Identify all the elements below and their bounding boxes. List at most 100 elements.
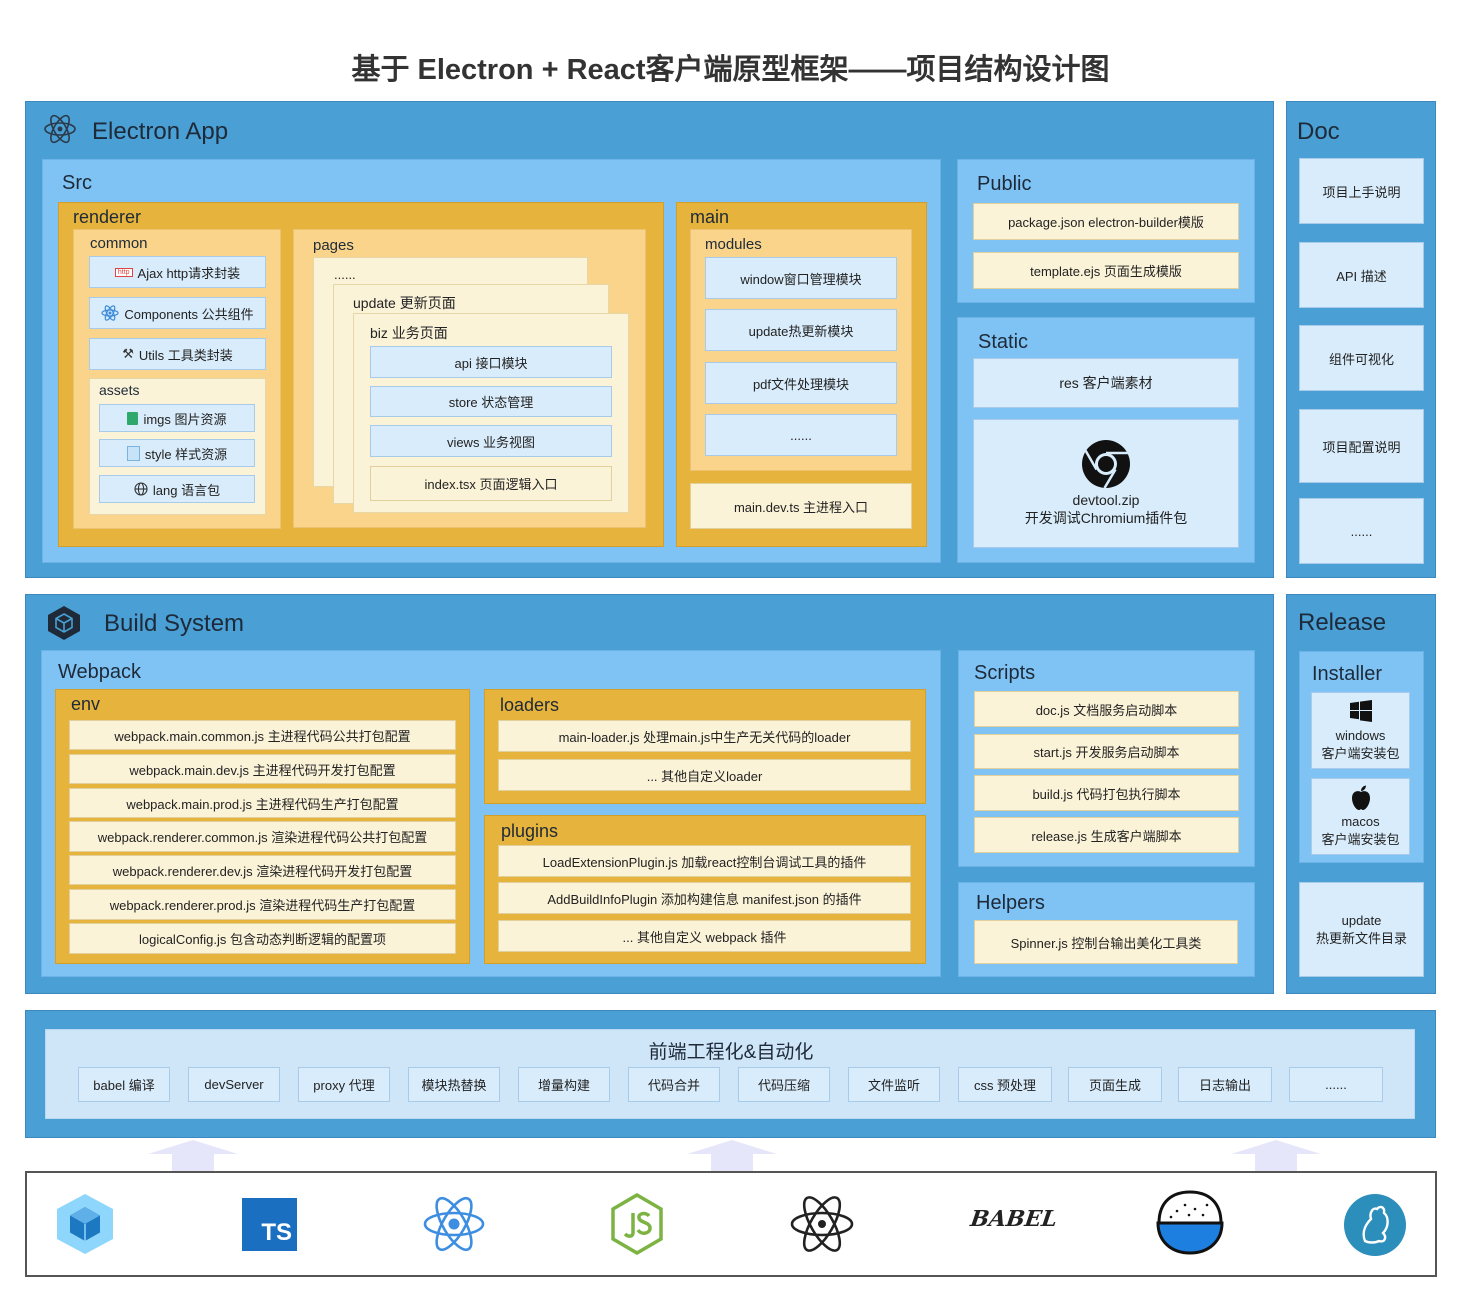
windows-icon [1349,699,1372,722]
env-title: env [71,694,101,714]
style-label: style 样式资源 [144,446,228,462]
loader-item: ... 其他自定义loader [498,759,911,791]
env-config-item: webpack.main.dev.js 主进程代码开发打包配置 [69,754,456,784]
template-ejs-item: template.ejs 页面生成模版 [973,252,1239,289]
doc-item: 项目配置说明 [1299,409,1424,483]
installer-title: Installer [1312,663,1383,685]
helper-item: Spinner.js 控制台输出美化工具类 [974,920,1238,964]
api-module-item: api 接口模块 [370,346,612,378]
macos-name: macos [1341,814,1380,829]
up-arrow-icon [148,1140,238,1172]
lang-item: lang 语言包 [99,475,255,503]
build-system-title: Build System [104,610,245,637]
babel-logo-icon: BABEL [968,1206,1059,1232]
window-module-item: window窗口管理模块 [705,257,897,299]
env-config-item: webpack.renderer.prod.js 渲染进程代码生产打包配置 [69,889,456,920]
script-item: release.js 生成客户端脚本 [974,817,1239,853]
tools-icon: ⚒ [122,346,134,361]
main-title: main [690,207,730,227]
windows-desc: 客户端安装包 [1321,745,1400,761]
biz-page-label: biz 业务页面 [370,325,448,341]
doc-item: 项目上手说明 [1299,158,1424,224]
react-logo-icon [423,1196,485,1252]
electron-icon [44,114,76,144]
update-page-label: update 更新页面 [353,295,456,311]
up-arrow-icon [687,1140,777,1172]
automation-title: 前端工程化&自动化 [648,1042,814,1063]
ajax-label: Ajax http请求封装 [137,265,241,281]
automation-item: 文件监听 [848,1067,940,1102]
windows-name: windows [1335,727,1386,743]
ajax-item: http Ajax http请求封装 [89,256,266,288]
image-file-icon [127,411,139,425]
webpack-logo-icon [57,1194,113,1254]
pages-title: pages [313,237,354,254]
public-title: Public [977,173,1032,195]
windows-installer-item: windows 客户端安装包 [1311,692,1410,769]
devtool-name: devtool.zip [1072,492,1140,508]
automation-item: 代码压缩 [738,1067,830,1102]
static-title: Static [978,331,1029,353]
env-config-item: webpack.renderer.dev.js 渲染进程代码开发打包配置 [69,855,456,885]
assets-title: assets [99,382,140,398]
update-dir-item: update 热更新文件目录 [1299,882,1424,977]
loader-item: main-loader.js 处理main.js中生产无关代码的loader [498,720,911,752]
modules-title: modules [705,236,762,253]
doc-item: ...... [1299,498,1424,564]
rice-bowl-logo-icon [1156,1190,1224,1255]
package-json-item: package.json electron-builder模版 [973,203,1239,240]
webpack-title: Webpack [58,661,142,683]
update-module-item: update热更新模块 [705,309,897,351]
env-config-item: webpack.renderer.common.js 渲染进程代码公共打包配置 [69,821,456,852]
apple-icon [1351,785,1370,810]
store-item: store 状态管理 [370,386,612,417]
env-config-item: logicalConfig.js 包含动态判断逻辑的配置项 [69,923,456,954]
script-item: build.js 代码打包执行脚本 [974,775,1239,811]
automation-item: ...... [1289,1067,1383,1102]
automation-item: 日志输出 [1178,1067,1272,1102]
chrome-icon [1082,440,1130,489]
automation-item: 模块热替换 [408,1067,500,1102]
script-item: start.js 开发服务启动脚本 [974,734,1239,769]
page-title: 基于 Electron + React客户端原型框架——项目结构设计图 [351,54,1110,86]
script-item: doc.js 文档服务启动脚本 [974,691,1239,727]
typescript-logo-icon: TS [242,1198,297,1251]
loaders-title: loaders [500,695,560,715]
utils-item: ⚒ Utils 工具类封装 [89,338,266,370]
views-item: views 业务视图 [370,425,612,457]
main-entry-item: main.dev.ts 主进程入口 [690,483,912,529]
automation-item: devServer [188,1067,280,1102]
automation-item: babel 编译 [78,1067,170,1102]
index-entry-item: index.tsx 页面逻辑入口 [370,466,612,501]
electron-app-title: Electron App [92,118,229,145]
blue-circle-logo-icon [1344,1194,1406,1256]
update-dir-desc: 热更新文件目录 [1315,930,1407,946]
imgs-item: imgs 图片资源 [99,404,255,432]
env-config-item: webpack.main.common.js 主进程代码公共打包配置 [69,720,456,750]
automation-item: 代码合并 [628,1067,720,1102]
src-title: Src [62,172,92,194]
http-icon: http [114,267,133,277]
more-module-item: ...... [705,414,897,456]
plugins-title: plugins [501,821,559,841]
helpers-title: Helpers [976,892,1045,914]
style-item: style 样式资源 [99,439,255,467]
utils-label: Utils 工具类封装 [138,347,233,363]
automation-item: css 预处理 [958,1067,1052,1102]
release-title: Release [1298,609,1387,636]
electron-logo-icon [790,1196,854,1252]
pages-more-label: ...... [334,267,356,282]
renderer-title: renderer [73,207,142,227]
imgs-label: imgs 图片资源 [143,411,227,427]
common-title: common [90,235,148,252]
globe-icon [134,482,148,496]
style-file-icon [126,445,140,461]
nodejs-logo-icon [611,1193,663,1255]
macos-installer-item: macos 客户端安装包 [1311,778,1410,855]
up-arrow-icon [1231,1140,1321,1172]
devtool-item: devtool.zip 开发调试Chromium插件包 [973,419,1239,548]
doc-item: 组件可视化 [1299,325,1424,391]
scripts-title: Scripts [974,662,1036,684]
automation-item: 页面生成 [1068,1067,1162,1102]
automation-item: 增量构建 [518,1067,610,1102]
